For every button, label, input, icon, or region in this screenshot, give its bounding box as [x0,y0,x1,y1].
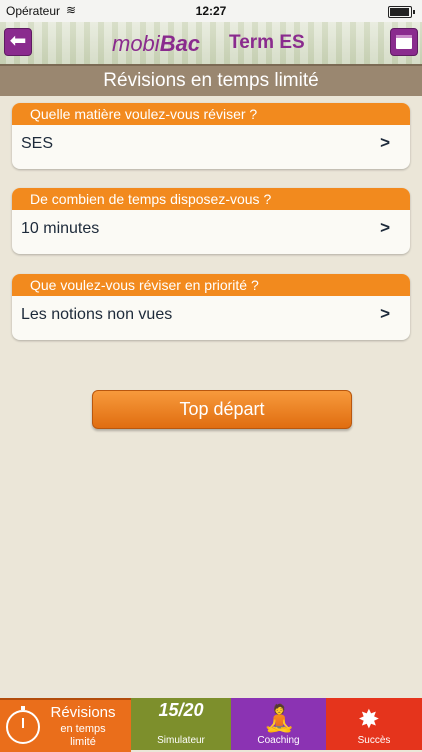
chevron-right-icon: > [380,133,390,152]
duration-selector[interactable]: De combien de temps disposez-vous ? 10 m… [12,188,410,254]
tab-revisions-label: Révisions [50,704,116,721]
app-logo: mobiBac [112,31,201,56]
status-bar: Opérateur ≋ 12:27 [0,0,422,22]
status-time: 12:27 [195,4,227,18]
tab-simulateur-label: Simulateur [157,735,205,746]
battery-icon [388,6,415,18]
subject-selector[interactable]: Quelle matière voulez-vous réviser ? SES… [12,103,410,169]
tab-simulateur[interactable]: 15/20 Simulateur [131,698,231,750]
tab-succes-label: Succès [357,735,391,746]
priority-value: Les notions non vues [21,306,173,323]
tab-bar: Révisions en temps limité 15/20 Simulateu… [0,698,422,752]
chevron-right-icon: > [380,218,390,237]
duration-value: 10 minutes [21,220,100,237]
calendar-button[interactable] [390,28,418,56]
subject-value: SES [21,135,54,152]
back-button[interactable]: ⬅ [4,28,32,56]
page-title: Révisions en temps limité [0,64,422,96]
priority-question: Que voulez-vous réviser en priorité ? [12,274,410,296]
level-label: Term ES [229,32,305,53]
score-icon: 15/20 [158,700,204,720]
calendar-icon [396,35,412,49]
app-header: ⬅ mobiBac Term ES [0,22,422,64]
tab-coaching[interactable]: 🧘 Coaching [231,698,326,750]
duration-question: De combien de temps disposez-vous ? [12,188,410,210]
tab-revisions-sublabel: en temps limité [60,723,106,748]
subject-question: Quelle matière voulez-vous réviser ? [12,103,410,125]
tab-revisions[interactable]: Révisions en temps limité [0,698,131,752]
priority-selector[interactable]: Que voulez-vous réviser en priorité ? Le… [12,274,410,340]
start-button[interactable]: Top départ [92,390,352,429]
tab-succes[interactable]: ✸ Succès [326,698,422,750]
burst-icon: ✸ [358,704,380,734]
tab-coaching-label: Coaching [257,735,300,746]
stopwatch-icon [6,706,40,744]
chevron-right-icon: > [380,304,390,323]
back-arrow-icon: ⬅ [9,30,27,52]
meditation-icon: 🧘 [263,703,296,733]
